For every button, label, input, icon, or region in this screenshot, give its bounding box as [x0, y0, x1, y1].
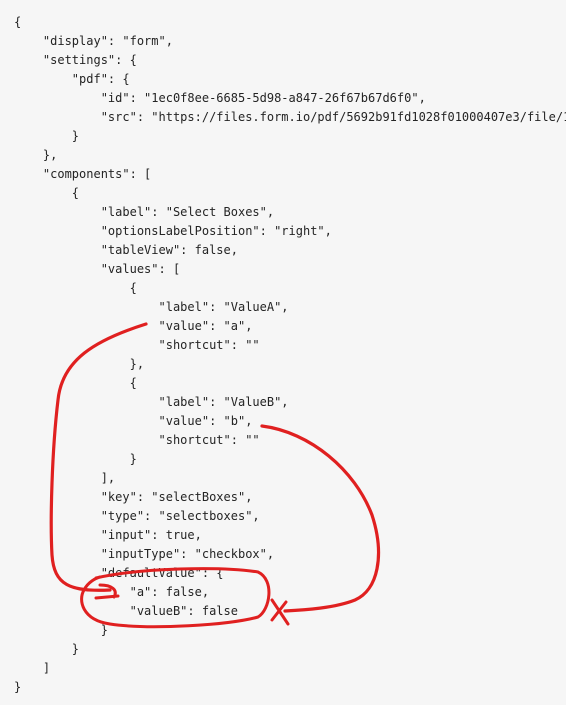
code-line: "valueB": false [14, 604, 238, 618]
code-line: "display": "form", [14, 34, 173, 48]
code-line: { [14, 15, 22, 29]
code-line: "defaultValue": { [14, 566, 224, 580]
code-line: { [14, 186, 80, 200]
code-line: } [14, 129, 80, 143]
code-line: "shortcut": "" [14, 338, 260, 352]
code-line: } [14, 623, 108, 637]
code-line: "label": "ValueA", [14, 300, 289, 314]
code-line: "value": "b", [14, 414, 253, 428]
code-line: "tableView": false, [14, 243, 238, 257]
code-line: "optionsLabelPosition": "right", [14, 224, 332, 238]
code-line: } [14, 452, 137, 466]
code-line: "values": [ [14, 262, 181, 276]
code-line: "a": false, [14, 585, 210, 599]
code-line: "components": [ [14, 167, 152, 181]
code-line: "src": "https://files.form.io/pdf/5692b9… [14, 110, 566, 124]
code-line: "inputType": "checkbox", [14, 547, 275, 561]
code-line: ] [14, 661, 51, 675]
code-line: "label": "ValueB", [14, 395, 289, 409]
code-line: ], [14, 471, 116, 485]
code-line: }, [14, 357, 145, 371]
json-code-block: { "display": "form", "settings": { "pdf"… [0, 0, 566, 705]
code-line: "settings": { [14, 53, 137, 67]
code-line: { [14, 376, 137, 390]
code-line: "id": "1ec0f8ee-6685-5d98-a847-26f67b67d… [14, 91, 426, 105]
code-lines: { "display": "form", "settings": { "pdf"… [14, 13, 566, 697]
code-line: } [14, 642, 80, 656]
code-line: "key": "selectBoxes", [14, 490, 253, 504]
code-line: { [14, 281, 137, 295]
code-line: "shortcut": "" [14, 433, 260, 447]
code-line: "pdf": { [14, 72, 130, 86]
code-line: } [14, 680, 22, 694]
code-line: "value": "a", [14, 319, 253, 333]
code-line: }, [14, 148, 58, 162]
code-line: "type": "selectboxes", [14, 509, 260, 523]
code-line: "input": true, [14, 528, 202, 542]
code-line: "label": "Select Boxes", [14, 205, 275, 219]
